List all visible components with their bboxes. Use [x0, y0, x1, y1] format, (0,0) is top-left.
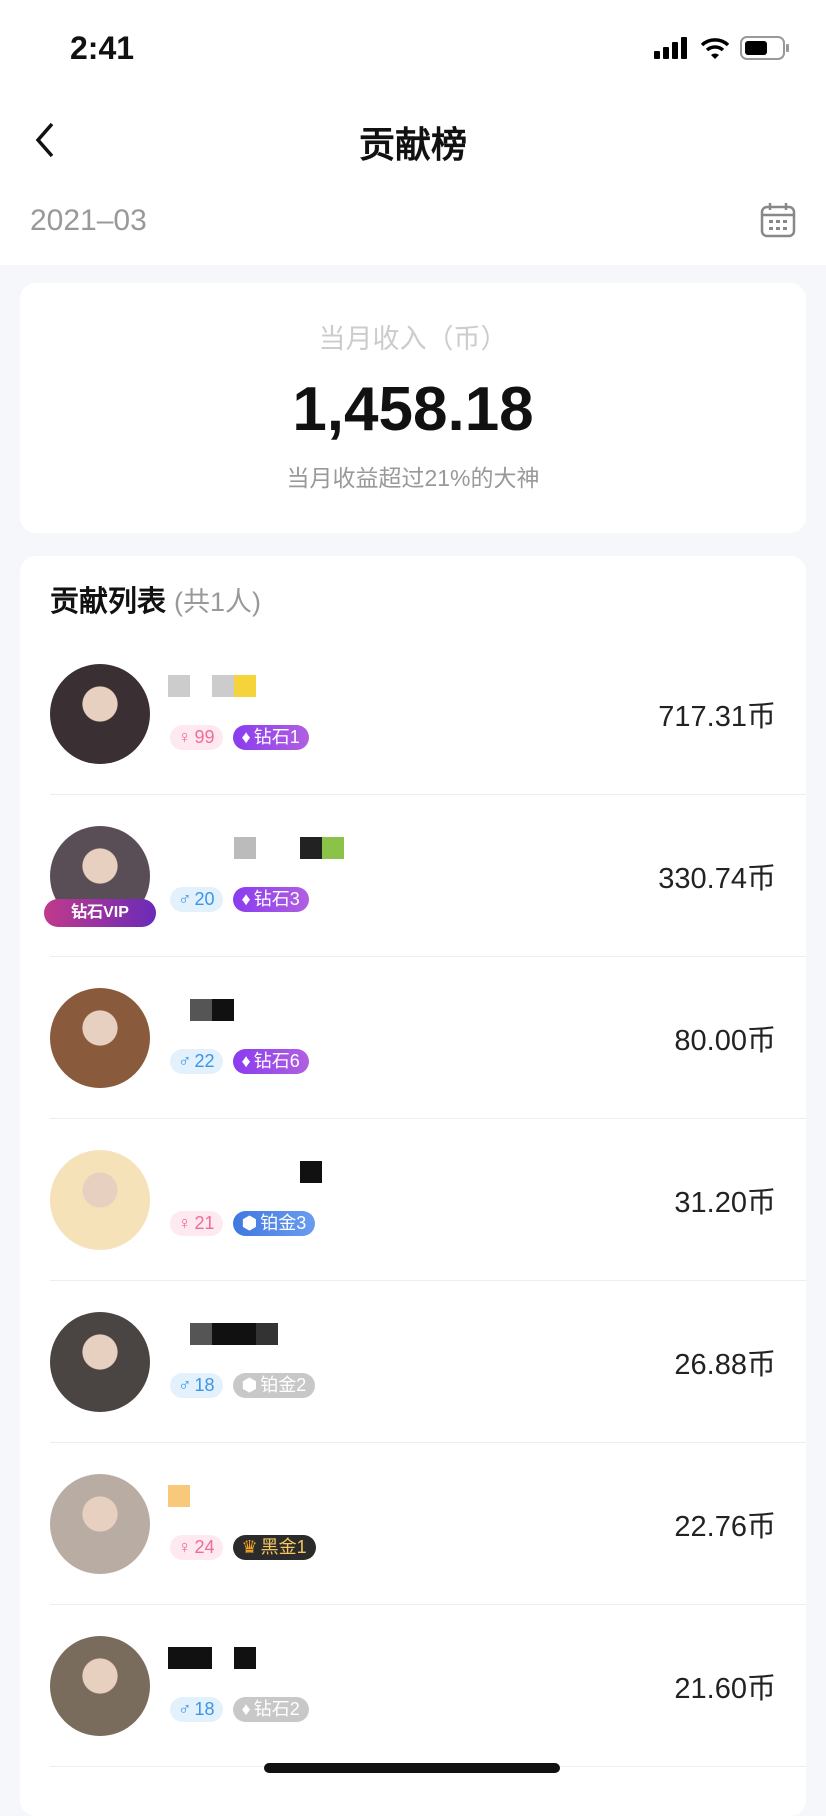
- page-title: 贡献榜: [358, 124, 467, 165]
- gender-age-badge: ♂ 18: [170, 1373, 223, 1398]
- contribution-amount: 31.20币: [674, 1187, 776, 1219]
- gender-age-badge: ♀ 24: [170, 1535, 223, 1560]
- selected-month: 2021–03: [30, 204, 147, 237]
- contribution-amount: 21.60币: [674, 1673, 776, 1705]
- avatar[interactable]: [50, 1312, 150, 1412]
- gem-icon: ♦: [241, 889, 251, 909]
- status-bar: 2:41: [0, 0, 826, 100]
- contribution-amount: 80.00币: [674, 1025, 776, 1057]
- home-indicator: [264, 1763, 560, 1773]
- list-item[interactable]: ♀ 21 ⬢ 铂金3 31.20币: [50, 1119, 806, 1281]
- level-badge: ♦ 钻石6: [232, 1049, 309, 1074]
- avatar[interactable]: [50, 988, 150, 1088]
- crown-icon: ♛: [241, 1537, 258, 1557]
- list-item[interactable]: 钻石VIP ♂ 20 ♦ 钻石3 330.74币: [44, 795, 806, 957]
- wifi-icon: [700, 38, 730, 59]
- username-redacted: [168, 1647, 256, 1669]
- level-badge: ⬢ 铂金3: [232, 1211, 316, 1236]
- income-value: 1,458.18: [292, 375, 534, 444]
- list-item[interactable]: ♂ 18 ⬢ 铂金2 26.88币: [50, 1281, 806, 1443]
- username-redacted: [168, 1161, 322, 1183]
- gender-age-badge: ♀ 21: [170, 1211, 223, 1236]
- level-badge: ♦ 钻石1: [232, 725, 309, 750]
- username-redacted: [168, 1323, 278, 1345]
- contribution-amount: 22.76币: [674, 1511, 776, 1543]
- male-icon: ♂: [178, 1699, 192, 1719]
- female-icon: ♀: [178, 1213, 192, 1233]
- income-rank-text: 当月收益超过21%的大神: [286, 465, 540, 491]
- male-icon: ♂: [178, 889, 192, 909]
- signal-icon: [654, 37, 687, 59]
- list-header: 贡献列表 (共1人): [50, 578, 261, 620]
- calendar-icon: [760, 203, 796, 238]
- gem-icon: ♦: [241, 1051, 251, 1071]
- username-redacted: [168, 837, 344, 859]
- calendar-button[interactable]: [760, 202, 796, 243]
- contribution-amount: 330.74币: [658, 863, 776, 895]
- status-time: 2:41: [70, 30, 135, 66]
- level-badge: ♦ 钻石3: [232, 887, 309, 912]
- gender-age-badge: ♂ 18: [170, 1697, 223, 1722]
- battery-icon: [740, 36, 789, 60]
- vip-frame-badge: 钻石VIP: [44, 899, 156, 927]
- username-redacted: [168, 999, 234, 1021]
- male-icon: ♂: [178, 1051, 192, 1071]
- gender-age-badge: ♂ 22: [170, 1049, 223, 1074]
- username-redacted: [168, 1485, 190, 1507]
- nav-bar: 贡献榜: [0, 100, 826, 180]
- gender-age-badge: ♀ 99: [170, 725, 223, 750]
- list-item[interactable]: ♀ 24 ♛ 黑金1 22.76币: [50, 1443, 806, 1605]
- female-icon: ♀: [178, 1537, 192, 1557]
- income-card: 当月收入（币） 1,458.18 当月收益超过21%的大神: [20, 283, 806, 533]
- avatar[interactable]: [50, 664, 150, 764]
- contribution-amount: 717.31币: [658, 701, 776, 733]
- contribution-amount: 26.88币: [674, 1349, 776, 1381]
- male-icon: ♂: [178, 1375, 192, 1395]
- list-item[interactable]: ♂ 22 ♦ 钻石6 80.00币: [50, 957, 806, 1119]
- month-selector[interactable]: 2021–03: [0, 180, 826, 265]
- gender-age-badge: ♂ 20: [170, 887, 223, 912]
- female-icon: ♀: [178, 727, 192, 747]
- list-item[interactable]: ♀ 99 ♦ 钻石1 717.31币: [50, 633, 806, 795]
- list-item[interactable]: ♂ 18 ♦ 钻石2 21.60币: [50, 1605, 806, 1767]
- list-count: (共1人): [174, 587, 262, 617]
- level-badge: ♛ 黑金1: [232, 1535, 316, 1560]
- username-redacted: [168, 675, 256, 697]
- list-title: 贡献列表: [50, 586, 167, 618]
- gem-icon: ⬢: [241, 1213, 258, 1233]
- avatar[interactable]: [50, 1636, 150, 1736]
- gem-icon: ♦: [241, 727, 251, 747]
- avatar[interactable]: [50, 1474, 150, 1574]
- gem-icon: ⬢: [241, 1375, 258, 1395]
- level-badge: ♦ 钻石2: [232, 1697, 309, 1722]
- level-badge: ⬢ 铂金2: [232, 1373, 316, 1398]
- avatar[interactable]: [50, 1150, 150, 1250]
- contribution-list: 贡献列表 (共1人) ♀ 99 ♦ 钻石1 717.31币 钻石VIP ♂ 20 ♦ 钻石…: [20, 556, 806, 1816]
- gem-icon: ♦: [241, 1699, 251, 1719]
- income-label: 当月收入（币）: [318, 324, 508, 354]
